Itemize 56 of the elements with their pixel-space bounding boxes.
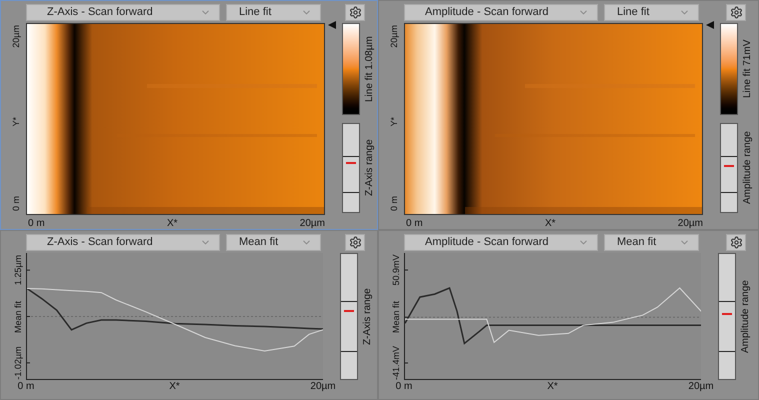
axis-label: 0 m: [396, 380, 412, 393]
axis-label: X*: [169, 380, 180, 393]
axis-label: 0 m: [28, 217, 45, 231]
channel-dropdown[interactable]: Z-Axis - Scan forward: [26, 234, 220, 250]
axis-label: Y*: [10, 117, 22, 127]
channel-dropdown[interactable]: Z-Axis - Scan forward: [26, 4, 220, 20]
fit-dropdown[interactable]: Line fit: [604, 4, 699, 20]
color-scale-label: Line fit 1.08µm: [363, 35, 376, 104]
axis-label: 50.9mV: [391, 254, 401, 286]
fit-dropdown[interactable]: Line fit: [226, 4, 321, 20]
range-slider[interactable]: [718, 253, 736, 380]
range-marker[interactable]: [346, 162, 356, 164]
axis-label: 20µm: [388, 25, 400, 48]
fit-dropdown[interactable]: Mean fit: [226, 234, 321, 250]
axis-label: 0 m: [388, 196, 400, 211]
axis-label: Y*: [388, 117, 400, 127]
axis-label: Mean fit: [391, 301, 401, 334]
axis-label: 20µm: [678, 217, 703, 231]
fit-dropdown[interactable]: Mean fit: [604, 234, 699, 250]
range-slider[interactable]: [720, 123, 738, 213]
settings-icon: [730, 6, 742, 18]
range-slider[interactable]: [342, 123, 360, 213]
axis-label: -41.4mV: [391, 346, 401, 380]
range-label: Amplitude range: [739, 279, 752, 355]
settings-icon: [348, 6, 362, 18]
settings-icon: [730, 236, 742, 248]
range-label: Amplitude range: [741, 130, 754, 206]
range-slider[interactable]: [340, 253, 358, 380]
axis-label: 20µm: [688, 380, 714, 393]
range-label: Z-Axis range: [361, 287, 374, 347]
range-label: Z-Axis range: [363, 138, 376, 198]
axis-label: 1.25µm: [13, 255, 23, 286]
axis-label: Mean fit: [13, 300, 23, 332]
settings-button[interactable]: [726, 234, 746, 250]
axis-label: 0 m: [10, 196, 22, 211]
axis-label: 0 m: [406, 217, 423, 231]
color-scale-label: Line fit 71mV: [741, 38, 754, 100]
channel-dropdown[interactable]: Amplitude - Scan forward: [404, 4, 598, 20]
settings-button[interactable]: [345, 4, 365, 20]
axis-label: 20µm: [10, 25, 22, 48]
axis-label: 0 m: [18, 380, 34, 393]
axis-label: -1.02µm: [13, 346, 23, 380]
settings-button[interactable]: [726, 4, 746, 20]
range-marker[interactable]: [722, 313, 732, 316]
axis-label: 20µm: [300, 217, 325, 231]
axis-label: X*: [547, 380, 558, 393]
range-marker[interactable]: [344, 310, 354, 312]
settings-icon: [348, 236, 362, 248]
marker-icon: [328, 21, 336, 29]
axis-label: X*: [544, 217, 556, 231]
channel-dropdown[interactable]: Amplitude - Scan forward: [404, 234, 598, 250]
axis-label: 20µm: [310, 380, 336, 393]
settings-button[interactable]: [345, 234, 365, 250]
marker-icon: [706, 21, 714, 29]
axis-label: X*: [166, 217, 178, 231]
range-marker[interactable]: [724, 165, 734, 168]
